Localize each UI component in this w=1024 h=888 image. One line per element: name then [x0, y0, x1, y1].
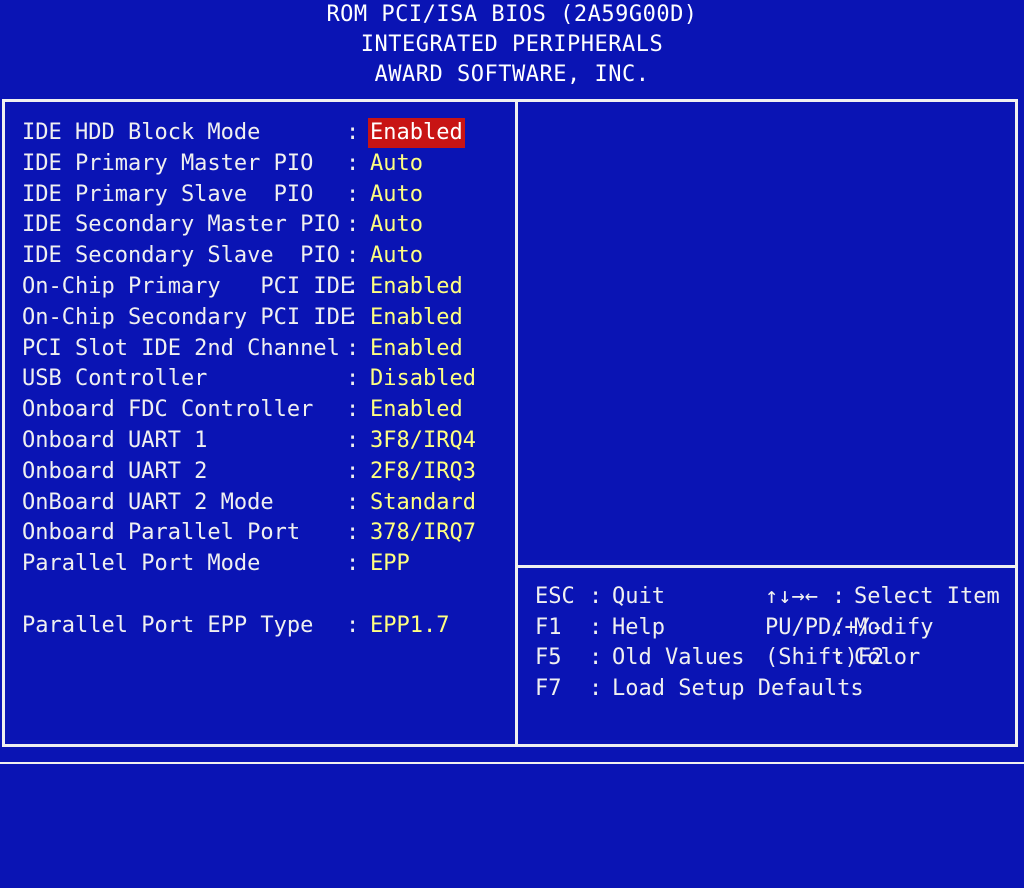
setting-value[interactable]: Enabled: [368, 303, 465, 333]
setting-value[interactable]: Auto: [368, 241, 425, 271]
setting-onchip-secondary-pci-ide[interactable]: On-Chip Secondary PCI IDE : Enabled: [22, 303, 512, 334]
setting-label: IDE Secondary Master PIO: [22, 212, 340, 238]
setting-label: On-Chip Secondary PCI IDE: [22, 304, 354, 330]
setting-value[interactable]: Standard: [368, 488, 478, 518]
setting-separator: :: [346, 489, 360, 515]
setting-parallel-port-mode[interactable]: Parallel Port Mode : EPP: [22, 549, 512, 580]
setting-value[interactable]: Enabled: [368, 334, 465, 364]
setting-value[interactable]: Enabled: [368, 395, 465, 425]
help-action: Help: [612, 614, 665, 640]
setting-value[interactable]: Auto: [368, 180, 425, 210]
setting-onboard-uart-2[interactable]: Onboard UART 2 : 2F8/IRQ3: [22, 457, 512, 488]
setting-pci-slot-ide-2nd-channel[interactable]: PCI Slot IDE 2nd Channel : Enabled: [22, 334, 512, 365]
help-row: F1 : Help PU/PD/+/- : Modify: [535, 613, 1010, 644]
help-key: ESC: [535, 584, 575, 609]
help-separator: :: [589, 584, 603, 609]
vertical-divider: [515, 101, 518, 747]
setting-onchip-primary-pci-ide[interactable]: On-Chip Primary PCI IDE : Enabled: [22, 272, 512, 303]
setting-separator: :: [346, 335, 360, 361]
setting-onboard-fdc-controller[interactable]: Onboard FDC Controller : Enabled: [22, 395, 512, 426]
help-separator: :: [589, 675, 603, 701]
help-key: F5: [535, 645, 562, 671]
setting-value[interactable]: EPP: [368, 549, 412, 579]
setting-separator: :: [346, 551, 360, 577]
setting-label: Parallel Port EPP Type: [22, 612, 314, 638]
setting-label: Onboard Parallel Port: [22, 520, 301, 546]
setting-separator: :: [346, 520, 360, 546]
help-action: Color: [854, 645, 921, 671]
setting-label: USB Controller: [22, 366, 208, 392]
help-action: Select Item: [854, 584, 1000, 609]
vendor-name: AWARD SOFTWARE, INC.: [374, 62, 650, 87]
setting-value[interactable]: Auto: [368, 149, 425, 179]
help-action: Load Setup Defaults: [612, 675, 864, 701]
bottom-border: [0, 762, 1024, 764]
settings-list: IDE HDD Block Mode : Enabled IDE Primary…: [22, 118, 512, 642]
setting-ide-hdd-block-mode[interactable]: IDE HDD Block Mode : Enabled: [22, 118, 512, 149]
setting-separator: :: [346, 181, 360, 207]
help-separator: :: [589, 614, 603, 640]
setting-label: IDE Primary Master PIO: [22, 150, 314, 176]
bios-header: ROM PCI/ISA BIOS (2A59G00D) INTEGRATED P…: [0, 0, 1024, 96]
setting-ide-primary-slave-pio[interactable]: IDE Primary Slave PIO : Auto: [22, 180, 512, 211]
help-key: F7: [535, 675, 562, 701]
setting-separator: :: [346, 273, 360, 299]
setting-separator: :: [346, 304, 360, 330]
setting-value[interactable]: EPP1.7: [368, 611, 451, 641]
setting-label: On-Chip Primary PCI IDE: [22, 273, 354, 299]
setting-parallel-port-epp-type[interactable]: Parallel Port EPP Type : EPP1.7: [22, 611, 512, 642]
help-action: Old Values: [612, 645, 745, 671]
setting-ide-secondary-master-pio[interactable]: IDE Secondary Master PIO : Auto: [22, 210, 512, 241]
bios-version-title: ROM PCI/ISA BIOS (2A59G00D): [326, 2, 698, 27]
setting-label: OnBoard UART 2 Mode: [22, 489, 274, 515]
setting-separator: :: [346, 612, 360, 638]
setting-label: PCI Slot IDE 2nd Channel: [22, 335, 340, 361]
help-key: F1: [535, 614, 562, 640]
help-separator: :: [832, 645, 846, 671]
setting-onboard-uart-2-mode[interactable]: OnBoard UART 2 Mode : Standard: [22, 488, 512, 519]
help-action: Modify: [854, 614, 934, 640]
setting-label: IDE Primary Slave PIO: [22, 181, 314, 207]
setting-label: Onboard UART 2: [22, 458, 208, 484]
help-action: Quit: [612, 584, 665, 609]
help-separator: :: [832, 584, 846, 609]
setting-value[interactable]: 3F8/IRQ4: [368, 426, 478, 456]
setting-value[interactable]: Disabled: [368, 364, 478, 394]
help-row: F7 : Load Setup Defaults: [535, 674, 1010, 705]
setting-label: IDE HDD Block Mode: [22, 120, 261, 145]
setting-usb-controller[interactable]: USB Controller : Disabled: [22, 364, 512, 395]
setting-separator: :: [346, 243, 360, 269]
setting-value[interactable]: 378/IRQ7: [368, 518, 478, 548]
key-help-panel: ESC : Quit ↑↓→← : Select Item F1 : Help …: [535, 582, 1010, 704]
help-separator: :: [832, 614, 846, 640]
setting-separator: :: [346, 366, 360, 392]
help-row: ESC : Quit ↑↓→← : Select Item: [535, 582, 1010, 613]
setting-onboard-uart-1[interactable]: Onboard UART 1 : 3F8/IRQ4: [22, 426, 512, 457]
setting-separator: :: [346, 150, 360, 176]
setting-ide-primary-master-pio[interactable]: IDE Primary Master PIO : Auto: [22, 149, 512, 180]
setting-separator: :: [346, 120, 360, 145]
settings-spacer: [22, 580, 512, 611]
help-separator: :: [589, 645, 603, 671]
setting-value[interactable]: Enabled: [368, 272, 465, 302]
setting-separator: :: [346, 458, 360, 484]
setting-separator: :: [346, 427, 360, 453]
setting-value[interactable]: Auto: [368, 210, 425, 240]
setting-label: Onboard UART 1: [22, 427, 208, 453]
setting-separator: :: [346, 397, 360, 423]
help-key: ↑↓→←: [765, 584, 818, 609]
setting-label: Parallel Port Mode: [22, 551, 261, 577]
setting-label: Onboard FDC Controller: [22, 397, 314, 423]
setting-ide-secondary-slave-pio[interactable]: IDE Secondary Slave PIO : Auto: [22, 241, 512, 272]
horizontal-divider: [517, 565, 1018, 568]
setting-value[interactable]: Enabled: [368, 118, 465, 148]
setting-value[interactable]: 2F8/IRQ3: [368, 457, 478, 487]
setting-onboard-parallel-port[interactable]: Onboard Parallel Port : 378/IRQ7: [22, 518, 512, 549]
setting-separator: :: [346, 212, 360, 238]
help-row: F5 : Old Values (Shift)F2 : Color: [535, 643, 1010, 674]
setting-label: IDE Secondary Slave PIO: [22, 243, 340, 269]
page-title: INTEGRATED PERIPHERALS: [360, 32, 664, 57]
